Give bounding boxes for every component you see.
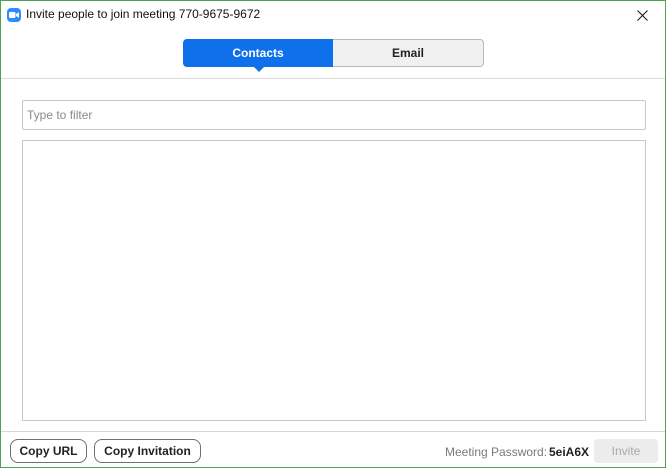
window-title: Invite people to join meeting 770-9675-9… bbox=[26, 7, 261, 21]
copy-url-button[interactable]: Copy URL bbox=[10, 439, 87, 463]
close-icon bbox=[636, 9, 648, 21]
tab-email[interactable]: Email bbox=[333, 39, 484, 67]
invite-button[interactable]: Invite bbox=[594, 439, 658, 463]
title-bar[interactable]: Invite people to join meeting 770-9675-9… bbox=[1, 1, 665, 29]
tab-switcher: Contacts Email bbox=[183, 39, 484, 72]
filter-input[interactable] bbox=[22, 100, 646, 130]
copy-invitation-button[interactable]: Copy Invitation bbox=[94, 439, 201, 463]
close-button[interactable] bbox=[619, 1, 665, 29]
meeting-password-label: Meeting Password: bbox=[445, 445, 548, 459]
meeting-password-value: 5eiA6X bbox=[549, 445, 590, 459]
contact-list[interactable] bbox=[22, 140, 646, 421]
footer: Copy URL Copy Invitation Meeting Passwor… bbox=[1, 431, 665, 467]
zoom-camera-icon bbox=[7, 8, 21, 22]
invite-dialog: Invite people to join meeting 770-9675-9… bbox=[0, 0, 666, 468]
tab-bar-area: Contacts Email bbox=[1, 29, 665, 79]
tab-contacts[interactable]: Contacts bbox=[183, 39, 333, 72]
